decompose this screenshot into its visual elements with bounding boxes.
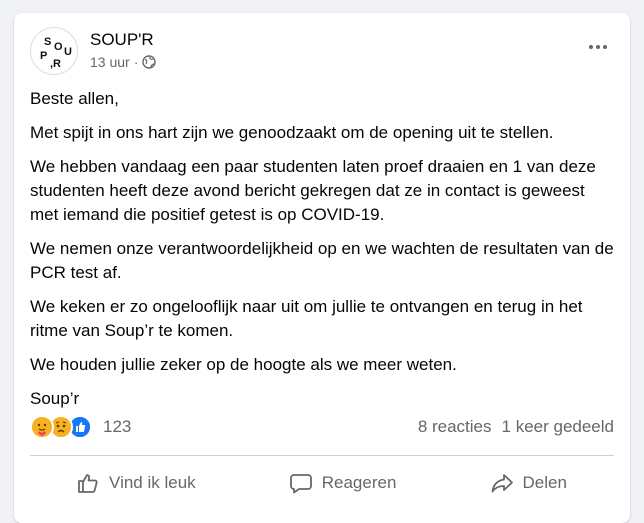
comments-count[interactable]: 8 reacties [418, 417, 492, 437]
post-time[interactable]: 13 uur [90, 54, 130, 70]
more-options-icon[interactable] [584, 37, 612, 57]
share-arrow-icon [491, 472, 513, 494]
comment-label: Reageren [321, 473, 397, 492]
post-paragraph: We nemen onze verantwoordelijkheid op en… [30, 239, 614, 282]
avatar-letter-r: ,R [50, 58, 61, 70]
avatar-letter-u: U [64, 46, 72, 58]
reaction-summary[interactable]: 123 [30, 415, 131, 439]
avatar-letter-p: P [40, 50, 47, 62]
share-label: Delen [522, 473, 567, 492]
care-reaction-icon [30, 415, 54, 439]
avatar-letter-o: O [54, 41, 63, 53]
post-stats: 123 8 reacties 1 keer gedeeld [30, 413, 614, 441]
engagement-stats: 8 reacties 1 keer gedeeld [418, 417, 614, 437]
page-avatar[interactable]: S O U P ,R [30, 27, 78, 75]
post-header: S O U P ,R SOUP'R 13 uur · [30, 27, 614, 77]
like-label: Vind ik leuk [109, 473, 196, 492]
post-paragraph: Beste allen, [30, 89, 119, 108]
thumbs-up-icon [77, 472, 99, 494]
comment-icon [289, 472, 312, 494]
meta-separator: · [133, 54, 139, 70]
post-paragraph: Met spijt in ons hart zijn we genoodzaak… [30, 123, 554, 142]
avatar-letter-s: S [44, 36, 51, 48]
globe-icon [142, 55, 157, 69]
post-body: Beste allen, Met spijt in ons hart zijn … [30, 87, 616, 421]
post-actions: Vind ik leuk Reageren Delen [30, 463, 614, 503]
post-paragraph: We houden jullie zeker op de hoogte als … [30, 355, 457, 374]
post-paragraph: We hebben vandaag een paar studenten lat… [30, 157, 596, 224]
post-card: S O U P ,R SOUP'R 13 uur · Beste allen, … [14, 13, 630, 523]
like-button[interactable]: Vind ik leuk [63, 466, 210, 500]
shares-count[interactable]: 1 keer gedeeld [502, 417, 614, 437]
post-author[interactable]: SOUP'R [90, 30, 154, 50]
reaction-count[interactable]: 123 [103, 417, 131, 437]
comment-button[interactable]: Reageren [276, 466, 411, 500]
post-paragraph: Soup’r [30, 389, 80, 408]
post-meta: 13 uur · [90, 54, 157, 70]
actions-divider [30, 455, 614, 456]
share-button[interactable]: Delen [477, 466, 581, 500]
post-paragraph: We keken er zo ongelooflijk naar uit om … [30, 297, 583, 340]
